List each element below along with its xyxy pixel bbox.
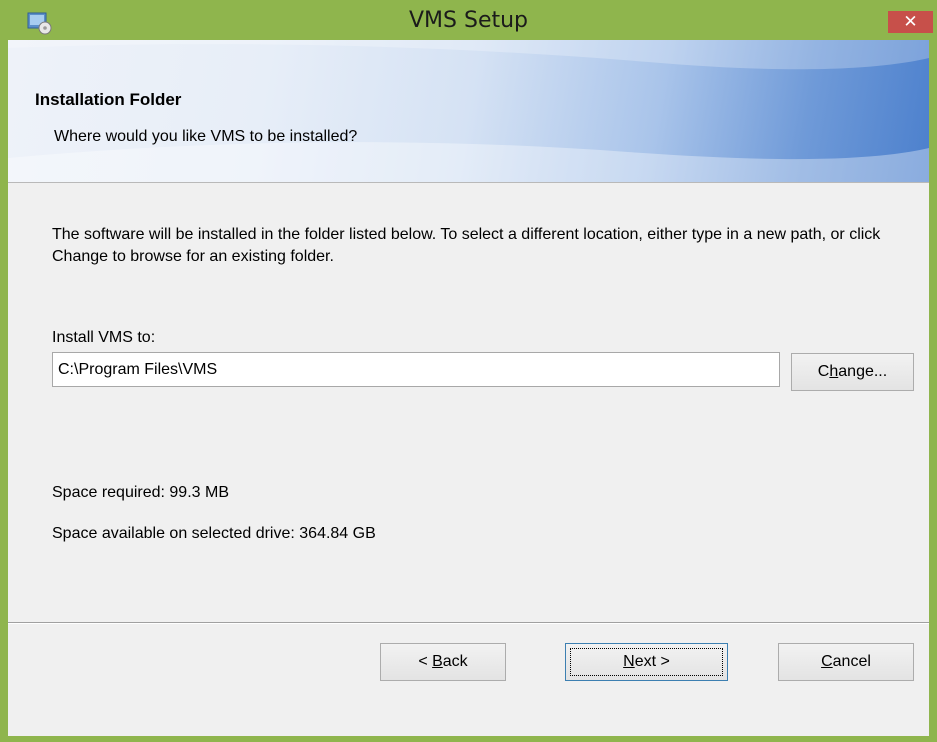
dialog-client-area: Installation Folder Where would you like… [8,40,929,736]
banner-subtitle: Where would you like VMS to be installed… [54,128,358,145]
install-path-label: Install VMS to: [52,329,156,346]
footer-divider-highlight [8,623,929,624]
window-title: VMS Setup [408,8,529,33]
instructions-text: The software will be installed in the fo… [52,226,881,265]
next-button[interactable]: Next > [565,643,728,681]
setup-window: VMS Setup ✕ Installation Folder Where wo… [0,0,937,742]
close-button[interactable]: ✕ [888,11,933,33]
banner-wave-graphic [8,40,929,182]
close-icon: ✕ [903,12,918,31]
space-required-text: Space required: 99.3 MB [52,484,229,501]
install-path-input[interactable] [52,352,780,387]
back-button[interactable]: < Back [380,643,506,681]
banner-title: Installation Folder [35,90,182,109]
header-banner: Installation Folder Where would you like… [8,40,929,183]
space-available-text: Space available on selected drive: 364.8… [52,525,376,542]
title-bar[interactable]: VMS Setup ✕ [0,0,937,38]
focus-rectangle [570,648,723,676]
change-button[interactable]: Change... [791,353,914,391]
cancel-button[interactable]: Cancel [778,643,914,681]
